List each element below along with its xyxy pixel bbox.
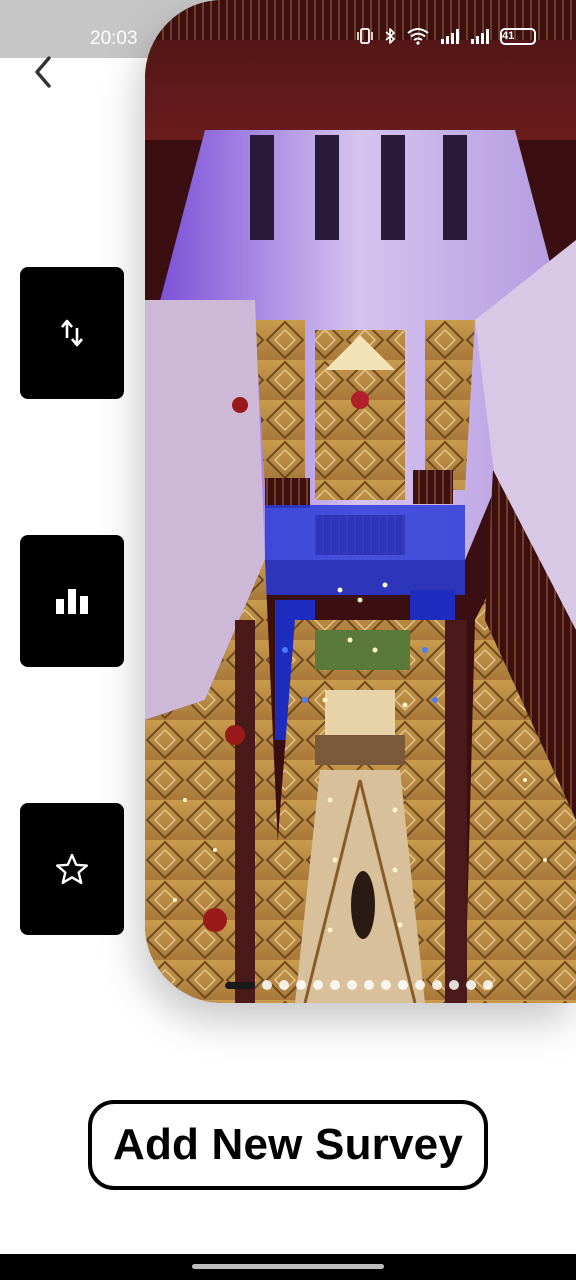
pagination-dot[interactable] [466, 980, 476, 990]
favorite-button[interactable] [20, 803, 124, 935]
bar-chart-icon [56, 589, 88, 614]
pagination-dot[interactable] [313, 980, 323, 990]
pagination-dot[interactable] [449, 980, 459, 990]
sort-arrows-icon [61, 319, 83, 347]
pagination-dot[interactable] [398, 980, 408, 990]
wifi-icon [407, 28, 429, 45]
add-new-survey-label: Add New Survey [112, 1120, 463, 1169]
signal-icon [441, 29, 459, 44]
add-new-survey-button[interactable]: Add New Survey [88, 1100, 488, 1190]
sort-button[interactable] [20, 267, 124, 399]
pagination-dot[interactable] [279, 980, 289, 990]
pagination-dot[interactable] [483, 980, 493, 990]
signal-icon [471, 29, 489, 44]
pagination-dot[interactable] [262, 980, 272, 990]
pagination-dot[interactable] [347, 980, 357, 990]
survey-image-card[interactable] [145, 0, 576, 1003]
home-indicator[interactable] [192, 1264, 384, 1269]
back-button[interactable] [26, 52, 60, 92]
star-outline-icon [56, 853, 88, 884]
hotel-atrium-photo [145, 0, 576, 1003]
pagination-dot[interactable] [432, 980, 442, 990]
pagination-dot[interactable] [330, 980, 340, 990]
pagination-dot[interactable] [296, 980, 306, 990]
battery-icon: 41 [500, 27, 536, 45]
stats-button[interactable] [20, 535, 124, 667]
status-icons: 41 [356, 27, 536, 45]
pagination-dot[interactable] [364, 980, 374, 990]
pagination-dot[interactable] [415, 980, 425, 990]
bluetooth-icon [385, 28, 395, 44]
pagination-dot[interactable] [381, 980, 391, 990]
pagination-dot-active[interactable] [225, 981, 255, 989]
status-time: 20:03 [90, 28, 138, 49]
gallery-pagination [225, 980, 493, 990]
system-nav-bar [0, 1254, 576, 1280]
chevron-left-icon [35, 56, 51, 88]
vibrate-icon [357, 28, 373, 44]
